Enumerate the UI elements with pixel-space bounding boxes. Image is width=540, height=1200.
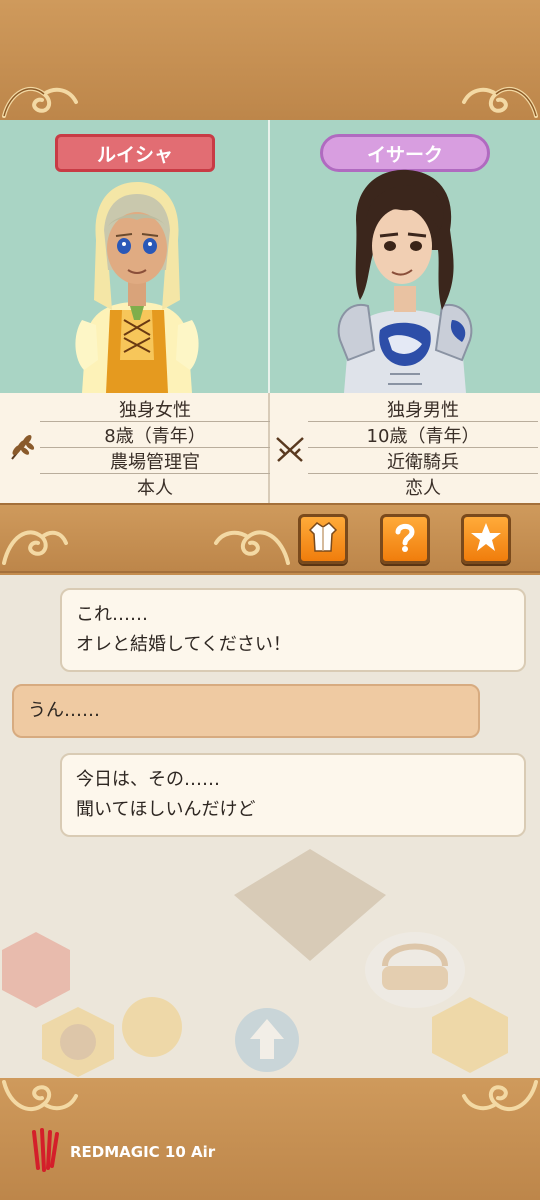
auto-move-bg-icon	[430, 995, 510, 1078]
chat-message-2-line-1: うん……	[28, 700, 100, 721]
left-occupation: 農場管理官	[40, 448, 270, 474]
right-marital-status: 独身男性	[308, 396, 538, 422]
chat-message-1: これ…… オレと結婚してください！	[60, 588, 526, 672]
question-icon	[388, 520, 422, 558]
right-relation: 恋人	[405, 478, 441, 499]
arrow-up-bg-icon	[232, 1005, 302, 1078]
left-character-portrait	[62, 160, 212, 393]
right-occupation: 近衛騎兵	[308, 448, 538, 474]
right-character-info: 独身男性 10歳（青年） 近衛騎兵 恋人	[308, 396, 538, 500]
outfit-icon	[306, 520, 340, 558]
chat-message-1-line-2: オレと結婚してください！	[76, 634, 291, 655]
redmagic-logo-icon	[30, 1128, 60, 1176]
chat-message-2: うん……	[12, 684, 480, 738]
top-wood-frame	[0, 0, 540, 120]
scroll-ornament-icon	[460, 72, 540, 120]
scroll-ornament-icon	[0, 72, 80, 120]
help-button[interactable]	[380, 514, 430, 564]
star-icon	[469, 520, 503, 558]
portrait-divider	[268, 120, 270, 393]
watermark-text: REDMAGIC 10 Air	[70, 1143, 216, 1161]
favorite-button[interactable]	[461, 514, 511, 564]
chat-log[interactable]: これ…… オレと結婚してください！ うん…… 今日は、その…… 聞いてほしいんだ…	[0, 575, 540, 1078]
crossed-swords-icon	[274, 435, 306, 467]
outfit-button[interactable]	[298, 514, 348, 564]
scroll-ornament-icon	[460, 1078, 540, 1122]
chat-message-3-line-1: 今日は、その……	[76, 769, 220, 790]
right-age: 10歳（青年）	[308, 422, 538, 448]
scroll-ornament-icon	[0, 1078, 80, 1122]
chat-message-3: 今日は、その…… 聞いてほしいんだけど	[60, 753, 526, 837]
left-marital-status: 独身女性	[40, 396, 270, 422]
table-bg-deco	[230, 845, 390, 969]
mission-icon-bg	[40, 1005, 116, 1078]
chat-message-1-line-1: これ……	[76, 604, 148, 625]
portrait-panel: ルイシャ イサーク	[0, 120, 540, 393]
event-badge-bg	[0, 930, 72, 1014]
wheat-icon	[8, 431, 36, 465]
right-character-portrait	[330, 160, 480, 393]
left-relation: 本人	[137, 478, 173, 499]
scroll-ornament-icon	[0, 513, 70, 567]
character-info-panel: 独身女性 8歳（青年） 農場管理官 本人 独身男性 10歳（青年） 近衛騎兵 恋…	[0, 393, 540, 503]
toolbar-wood-frame	[0, 503, 540, 573]
left-character-info: 独身女性 8歳（青年） 農場管理官 本人	[40, 396, 270, 500]
question-bg-icon	[120, 995, 184, 1063]
left-age: 8歳（青年）	[40, 422, 270, 448]
device-watermark: REDMAGIC 10 Air	[30, 1128, 215, 1176]
chat-message-3-line-2: 聞いてほしいんだけど	[76, 799, 256, 820]
scroll-ornament-icon	[212, 513, 292, 567]
